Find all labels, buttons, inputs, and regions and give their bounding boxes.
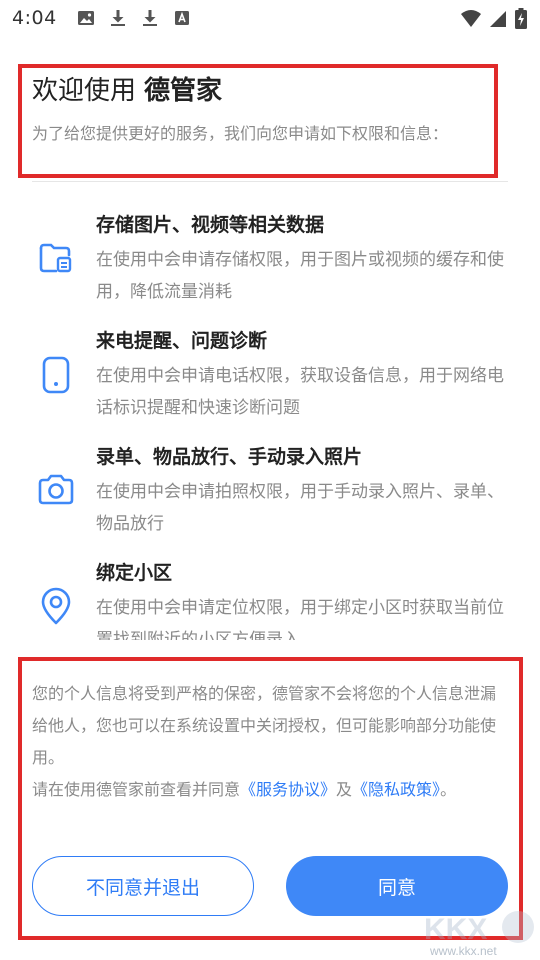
title-prefix: 欢迎使用	[32, 76, 137, 106]
privacy-notice: 您的个人信息将受到严格的保密，德管家不会将您的个人信息泄漏给他人，您也可以在系统…	[32, 684, 497, 767]
permission-title: 绑定小区	[96, 562, 173, 584]
svg-text:KKX: KKX	[424, 913, 487, 946]
page-title: 欢迎使用 德管家	[32, 70, 222, 107]
wifi-icon	[460, 9, 482, 33]
divider	[32, 181, 508, 182]
permission-desc: 在使用中会申请拍照权限，用于手动录入照片、录单、物品放行	[96, 482, 504, 534]
privacy-policy-link[interactable]: 《隐私政策》	[352, 780, 440, 799]
notification-icons	[77, 9, 191, 27]
agreement-prefix: 请在使用德管家前查看并同意	[32, 780, 241, 799]
download-icon	[141, 9, 159, 27]
signal-icon	[488, 9, 508, 33]
status-time: 4:04	[12, 7, 57, 29]
permission-title: 来电提醒、问题诊断	[96, 330, 268, 352]
system-icons	[460, 8, 528, 34]
image-icon	[77, 9, 95, 27]
agreement-notice: 请在使用德管家前查看并同意《服务协议》及《隐私政策》。	[32, 774, 508, 806]
disagree-exit-button[interactable]: 不同意并退出	[32, 856, 254, 916]
permission-title: 存储图片、视频等相关数据	[96, 214, 325, 236]
permission-desc: 在使用中会申请电话权限，获取设备信息，用于网络电话标识提醒和快速诊断问题	[96, 366, 504, 418]
page-subtitle: 为了给您提供更好的服务，我们向您申请如下权限和信息：	[32, 124, 449, 143]
camera-icon	[36, 470, 76, 510]
permission-list[interactable]: 存储图片、视频等相关数据 在使用中会申请存储权限，用于图片或视频的缓存和使用，降…	[0, 200, 540, 640]
permission-item-location: 绑定小区 在使用中会申请定位权限，用于绑定小区时获取当前位置找到附近的小区方便录…	[0, 548, 540, 640]
permission-desc: 在使用中会申请存储权限，用于图片或视频的缓存和使用，降低流量消耗	[96, 250, 504, 302]
phone-icon	[36, 354, 76, 394]
service-agreement-link[interactable]: 《服务协议》	[240, 780, 336, 799]
text-a-icon	[173, 9, 191, 27]
permission-item-camera: 录单、物品放行、手动录入照片 在使用中会申请拍照权限，用于手动录入照片、录单、物…	[0, 432, 540, 548]
permission-title: 录单、物品放行、手动录入照片	[96, 446, 363, 468]
permission-item-phone: 来电提醒、问题诊断 在使用中会申请电话权限，获取设备信息，用于网络电话标识提醒和…	[0, 316, 540, 432]
permission-item-storage: 存储图片、视频等相关数据 在使用中会申请存储权限，用于图片或视频的缓存和使用，降…	[0, 200, 540, 316]
battery-charging-icon	[514, 8, 528, 34]
status-bar: 4:04	[0, 0, 540, 36]
permission-desc: 在使用中会申请定位权限，用于绑定小区时获取当前位置找到附近的小区方便录入	[96, 598, 504, 640]
agreement-suffix: 。	[440, 780, 457, 799]
watermark-url: www.kkx.net	[430, 944, 497, 958]
brand-name: 德管家	[144, 76, 223, 106]
download-icon	[109, 9, 127, 27]
location-pin-icon	[36, 586, 76, 626]
folder-doc-icon	[36, 238, 76, 278]
and-text: 及	[336, 780, 353, 799]
